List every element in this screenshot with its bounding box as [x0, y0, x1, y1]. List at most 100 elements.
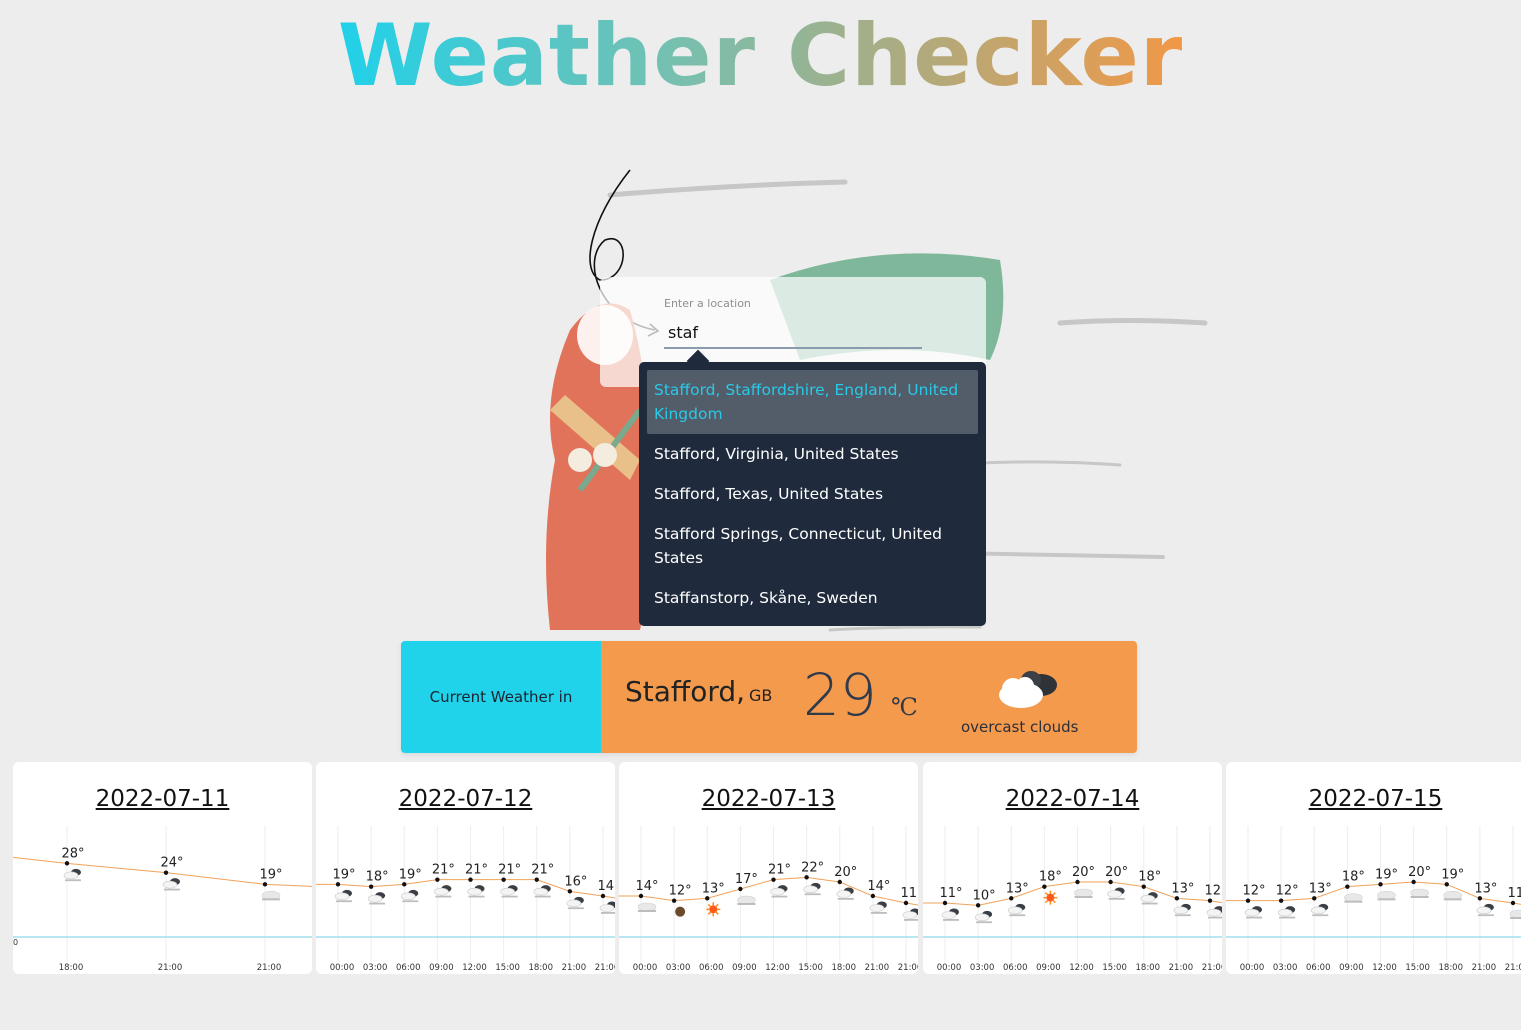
- time-label: 18:00: [529, 963, 554, 973]
- temperature-label: 20°: [834, 865, 857, 880]
- time-label: 06:00: [1306, 963, 1331, 973]
- time-label: 21:00: [595, 963, 615, 973]
- temperature-label: 13°: [1171, 881, 1194, 896]
- temperature-label: 18°: [1342, 870, 1365, 885]
- forecast-chart: 11° 00:00 10° 03:00 13° 06:00 18° 09:00 20° 12:00…: [923, 826, 1222, 973]
- moon-weather-icon: [675, 906, 686, 917]
- forecast-date[interactable]: 2022-07-14: [923, 786, 1222, 812]
- time-label: 00:00: [633, 963, 658, 973]
- time-label: 09:00: [732, 963, 757, 973]
- temperature-label: 20°: [1408, 865, 1431, 880]
- forecast-date[interactable]: 2022-07-15: [1226, 786, 1521, 812]
- temperature-label: 20°: [1072, 865, 1095, 880]
- temperature-label: 19°: [1441, 867, 1464, 882]
- temperature-point: [534, 877, 539, 882]
- temperature-point: [705, 896, 710, 901]
- current-city: Stafford, GB: [625, 675, 772, 708]
- temperature-point: [468, 877, 473, 882]
- time-label: 21:00: [158, 963, 183, 973]
- current-weather-heading: Current Weather in: [401, 641, 601, 753]
- forecast-date[interactable]: 2022-07-13: [619, 786, 918, 812]
- temperature-point: [1141, 884, 1146, 889]
- time-label: 15:00: [798, 963, 823, 973]
- temperature-label: 21°: [768, 863, 791, 878]
- time-label: 06:00: [699, 963, 724, 973]
- temperature-label: 11°: [900, 886, 918, 901]
- temperature-label: 18°: [366, 870, 389, 885]
- temperature-label: 21°: [432, 863, 455, 878]
- time-label: 15:00: [1405, 963, 1430, 973]
- temperature-label: 13°: [702, 881, 725, 896]
- temperature-label: 19°: [332, 867, 355, 882]
- temperature-point: [600, 893, 606, 899]
- temperature-label: 14°: [635, 879, 658, 894]
- temperature-point: [1207, 898, 1213, 903]
- temperature-point: [501, 877, 506, 882]
- temperature-point: [942, 900, 948, 906]
- cloud-weather-icon: [1074, 888, 1093, 898]
- suggestion-item[interactable]: Stafford, Virginia, United States: [647, 434, 978, 474]
- temperature-label: 24°: [160, 856, 183, 871]
- temperature-point: [335, 882, 341, 887]
- temperature-point: [402, 882, 407, 887]
- forecast-day-card[interactable]: 2022-07-15 12° 00:00 12° 03:00 13° 06:00 18° 09:…: [1226, 762, 1521, 974]
- suggestion-item[interactable]: Stafford Springs, Connecticut, United St…: [647, 514, 978, 578]
- time-label: 21:00: [865, 963, 890, 973]
- temperature-point: [975, 903, 981, 908]
- temperature-label: 10°: [973, 888, 996, 903]
- temperature-label: 20°: [1105, 865, 1128, 880]
- current-weather-bar: Current Weather in Stafford, GB 29 ℃ over…: [401, 641, 1137, 753]
- search-label: Enter a location: [664, 297, 751, 310]
- temperature-label: 13°: [1309, 881, 1332, 896]
- temperature-point: [435, 877, 440, 882]
- time-label: 15:00: [1102, 963, 1127, 973]
- temperature-label: 14°: [597, 879, 615, 894]
- forecast-day-card[interactable]: 2022-07-13 14° 00:00 12° 03:00 13° 06:00 17° 09:…: [619, 762, 918, 974]
- temperature-label: 18°: [1138, 870, 1161, 885]
- forecast-day-card[interactable]: 2022-07-12 19° 00:00 18° 03:00 19° 06:00 21° 09:…: [316, 762, 615, 974]
- zero-label: 0: [13, 938, 18, 947]
- temperature-point: [771, 877, 776, 882]
- time-label: 00:00: [330, 963, 355, 973]
- suggestions-dropdown: Stafford, Staffordshire, England, United…: [639, 362, 986, 626]
- temperature-point: [1510, 900, 1516, 906]
- time-label: 21:00: [898, 963, 918, 973]
- sun-weather-icon: [1043, 890, 1058, 905]
- time-label: 18:00: [1439, 963, 1464, 973]
- time-label: 21:00: [1505, 963, 1521, 973]
- temperature-point: [1411, 879, 1416, 885]
- time-label: 21:00: [257, 963, 282, 973]
- temperature-point: [1278, 898, 1284, 903]
- temperature-point: [1075, 879, 1080, 885]
- forecast-chart: 0 28° 18:00 24° 21:00 19° 21:00: [13, 826, 312, 973]
- search-input[interactable]: [664, 317, 922, 349]
- forecast-date[interactable]: 2022-07-12: [316, 786, 615, 812]
- time-label: 21:00: [562, 963, 587, 973]
- time-label: 21:00: [1202, 963, 1222, 973]
- temperature-label: 21°: [531, 863, 554, 878]
- suggestion-item[interactable]: Staffanstorp, Skåne, Sweden: [647, 578, 978, 618]
- temperature-label: 12°: [1204, 884, 1222, 899]
- forecast-day-card[interactable]: 2022-07-14 11° 00:00 10° 03:00 13° 06:00 18° 09:…: [923, 762, 1222, 974]
- temperature-point: [738, 886, 743, 892]
- temperature-point: [567, 889, 573, 894]
- app-title: Weather Checker: [0, 6, 1521, 106]
- temperature-point: [64, 861, 70, 866]
- forecast-date[interactable]: 2022-07-11: [13, 786, 312, 812]
- time-label: 06:00: [396, 963, 421, 973]
- cloud-weather-icon: [637, 902, 657, 912]
- temperature-label: 12°: [1276, 884, 1299, 899]
- temperature-point: [1108, 879, 1113, 885]
- temperature-point: [262, 882, 268, 887]
- temperature-point: [1009, 896, 1014, 901]
- temperature-label: 21°: [498, 863, 521, 878]
- suggestion-item[interactable]: Stafford, Texas, United States: [647, 474, 978, 514]
- temperature-point: [1477, 896, 1483, 901]
- time-label: 09:00: [429, 963, 454, 973]
- suggestion-item[interactable]: Stafford, Staffordshire, England, United…: [647, 370, 978, 434]
- forecast-day-card[interactable]: 2022-07-11 0 28° 18:00 24° 21:00 19° 21:00: [13, 762, 312, 974]
- city-name: Stafford,: [625, 675, 746, 708]
- temperature-point: [163, 870, 169, 875]
- temperature-point: [368, 884, 374, 889]
- temperature-label: 11°: [939, 886, 962, 901]
